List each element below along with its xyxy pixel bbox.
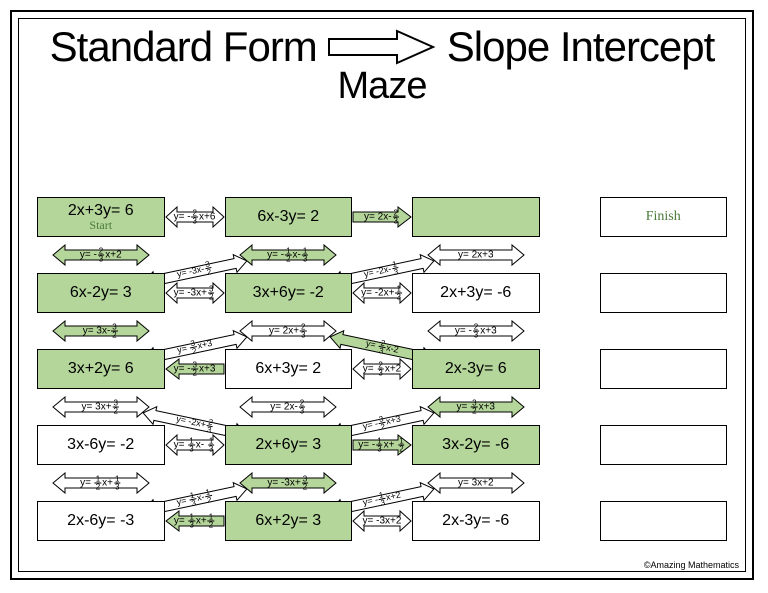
h-arrow: y= -3x+32 bbox=[165, 281, 225, 305]
h-arrow: y= 13x+12 bbox=[165, 509, 225, 533]
outer-frame: Standard Form Slope Intercept Maze 2x+3y… bbox=[10, 10, 754, 580]
v-slot: y= 3x+2 bbox=[412, 471, 540, 495]
maze-grid: 2x+3y= 6Starty= -23x+66x-3y= 2y= 2x-23Fi… bbox=[37, 197, 727, 541]
maze-box: 2x+3y= -6 bbox=[412, 273, 540, 313]
maze-box: 3x+6y= -2 bbox=[225, 273, 353, 313]
h-arrow: y= -3x+2 bbox=[352, 509, 412, 533]
v-slot: y= 3x-32 bbox=[37, 319, 165, 343]
maze-box bbox=[600, 501, 728, 541]
v-arrow: y= -23x+2 bbox=[51, 243, 151, 267]
v-slot: y= 2x+3 bbox=[412, 243, 540, 267]
h-arrow: y= 23x+2 bbox=[352, 357, 412, 381]
maze-box bbox=[600, 273, 728, 313]
maze-box: 2x+6y= 3 bbox=[225, 425, 353, 465]
maze-box: 2x-3y= 6 bbox=[412, 349, 540, 389]
box-row: 3x-6y= -2y= 13x- 132x+6y= 3y= -13x+ 123x… bbox=[37, 425, 727, 465]
varrow-row: y= 3x-32y= 32x+3y= 2x+23y= 23x-2y= -23x+… bbox=[37, 313, 727, 349]
v-slot: y= 2x-23 bbox=[225, 395, 353, 419]
v-arrow: y= -3x+32 bbox=[238, 471, 338, 495]
title-arrow-icon bbox=[327, 27, 437, 67]
box-row: 2x-6y= -3y= 13x+126x+2y= 3y= -3x+22x-3y=… bbox=[37, 501, 727, 541]
h-arrow: y= -32x+3 bbox=[165, 357, 225, 381]
credit-text: ©Amazing Mathematics bbox=[644, 560, 739, 570]
maze-box: 6x+2y= 3 bbox=[225, 501, 353, 541]
v-slot: y= 32x+3 bbox=[412, 395, 540, 419]
v-slot: y= -3x+32 bbox=[225, 471, 353, 495]
title-right: Slope Intercept bbox=[447, 23, 715, 71]
h-arrow: y= 13x- 13 bbox=[165, 433, 225, 457]
v-arrow: y= 12x+13 bbox=[51, 471, 151, 495]
v-arrow: y= 2x+3 bbox=[426, 243, 526, 267]
v-arrow: y= -12x-13 bbox=[238, 243, 338, 267]
subtitle: Maze bbox=[19, 65, 745, 108]
v-arrow: y= 32x+3 bbox=[426, 395, 526, 419]
box-row: 6x-2y= 3y= -3x+323x+6y= -2y= -2x+132x+3y… bbox=[37, 273, 727, 313]
maze-box: 2x-6y= -3 bbox=[37, 501, 165, 541]
maze-box: 2x-3y= -6 bbox=[412, 501, 540, 541]
maze-box bbox=[600, 349, 728, 389]
maze-box: 3x-6y= -2 bbox=[37, 425, 165, 465]
v-arrow: y= -23x+3 bbox=[426, 319, 526, 343]
maze-box bbox=[600, 425, 728, 465]
h-arrow: y= -23x+6 bbox=[165, 205, 225, 229]
maze-box bbox=[412, 197, 540, 237]
title-left: Standard Form bbox=[50, 23, 317, 71]
maze-box: 6x+3y= 2 bbox=[225, 349, 353, 389]
h-arrow: y= 2x-23 bbox=[352, 205, 412, 229]
varrow-row: y= -23x+2y= -3x-32y= -12x-13y= -2x-13y= … bbox=[37, 237, 727, 273]
v-slot: y= -23x+3 bbox=[412, 319, 540, 343]
v-slot: y= -12x-13 bbox=[225, 243, 353, 267]
box-row: 3x+2y= 6y= -32x+36x+3y= 2y= 23x+22x-3y= … bbox=[37, 349, 727, 389]
h-arrow: y= -2x+13 bbox=[352, 281, 412, 305]
maze-box: 3x-2y= -6 bbox=[412, 425, 540, 465]
maze-box: 6x-2y= 3 bbox=[37, 273, 165, 313]
v-slot: y= 12x+13 bbox=[37, 471, 165, 495]
v-arrow: y= 2x+23 bbox=[238, 319, 338, 343]
inner-frame: Standard Form Slope Intercept Maze 2x+3y… bbox=[18, 18, 746, 572]
varrow-row: y= 12x+13y= 13x-12y= -3x+32y= -13x+2y= 3… bbox=[37, 465, 727, 501]
maze-box: 3x+2y= 6 bbox=[37, 349, 165, 389]
title-row: Standard Form Slope Intercept bbox=[19, 19, 745, 71]
box-row: 2x+3y= 6Starty= -23x+66x-3y= 2y= 2x-23 Fi… bbox=[37, 197, 727, 237]
maze-box: 2x+3y= 6Start bbox=[37, 197, 165, 237]
h-arrow: y= -13x+ 12 bbox=[352, 433, 412, 457]
maze-box: 6x-3y= 2 bbox=[225, 197, 353, 237]
v-arrow: y= 3x+2 bbox=[426, 471, 526, 495]
maze-box: Finish bbox=[600, 197, 728, 237]
varrow-row: y= 3x+32y= -2x+23y= 2x-23y= -32x+3y= 32x… bbox=[37, 389, 727, 425]
v-arrow: y= 2x-23 bbox=[238, 395, 338, 419]
v-slot: y= -23x+2 bbox=[37, 243, 165, 267]
v-arrow: y= 3x-32 bbox=[51, 319, 151, 343]
v-arrow: y= 3x+32 bbox=[51, 395, 151, 419]
